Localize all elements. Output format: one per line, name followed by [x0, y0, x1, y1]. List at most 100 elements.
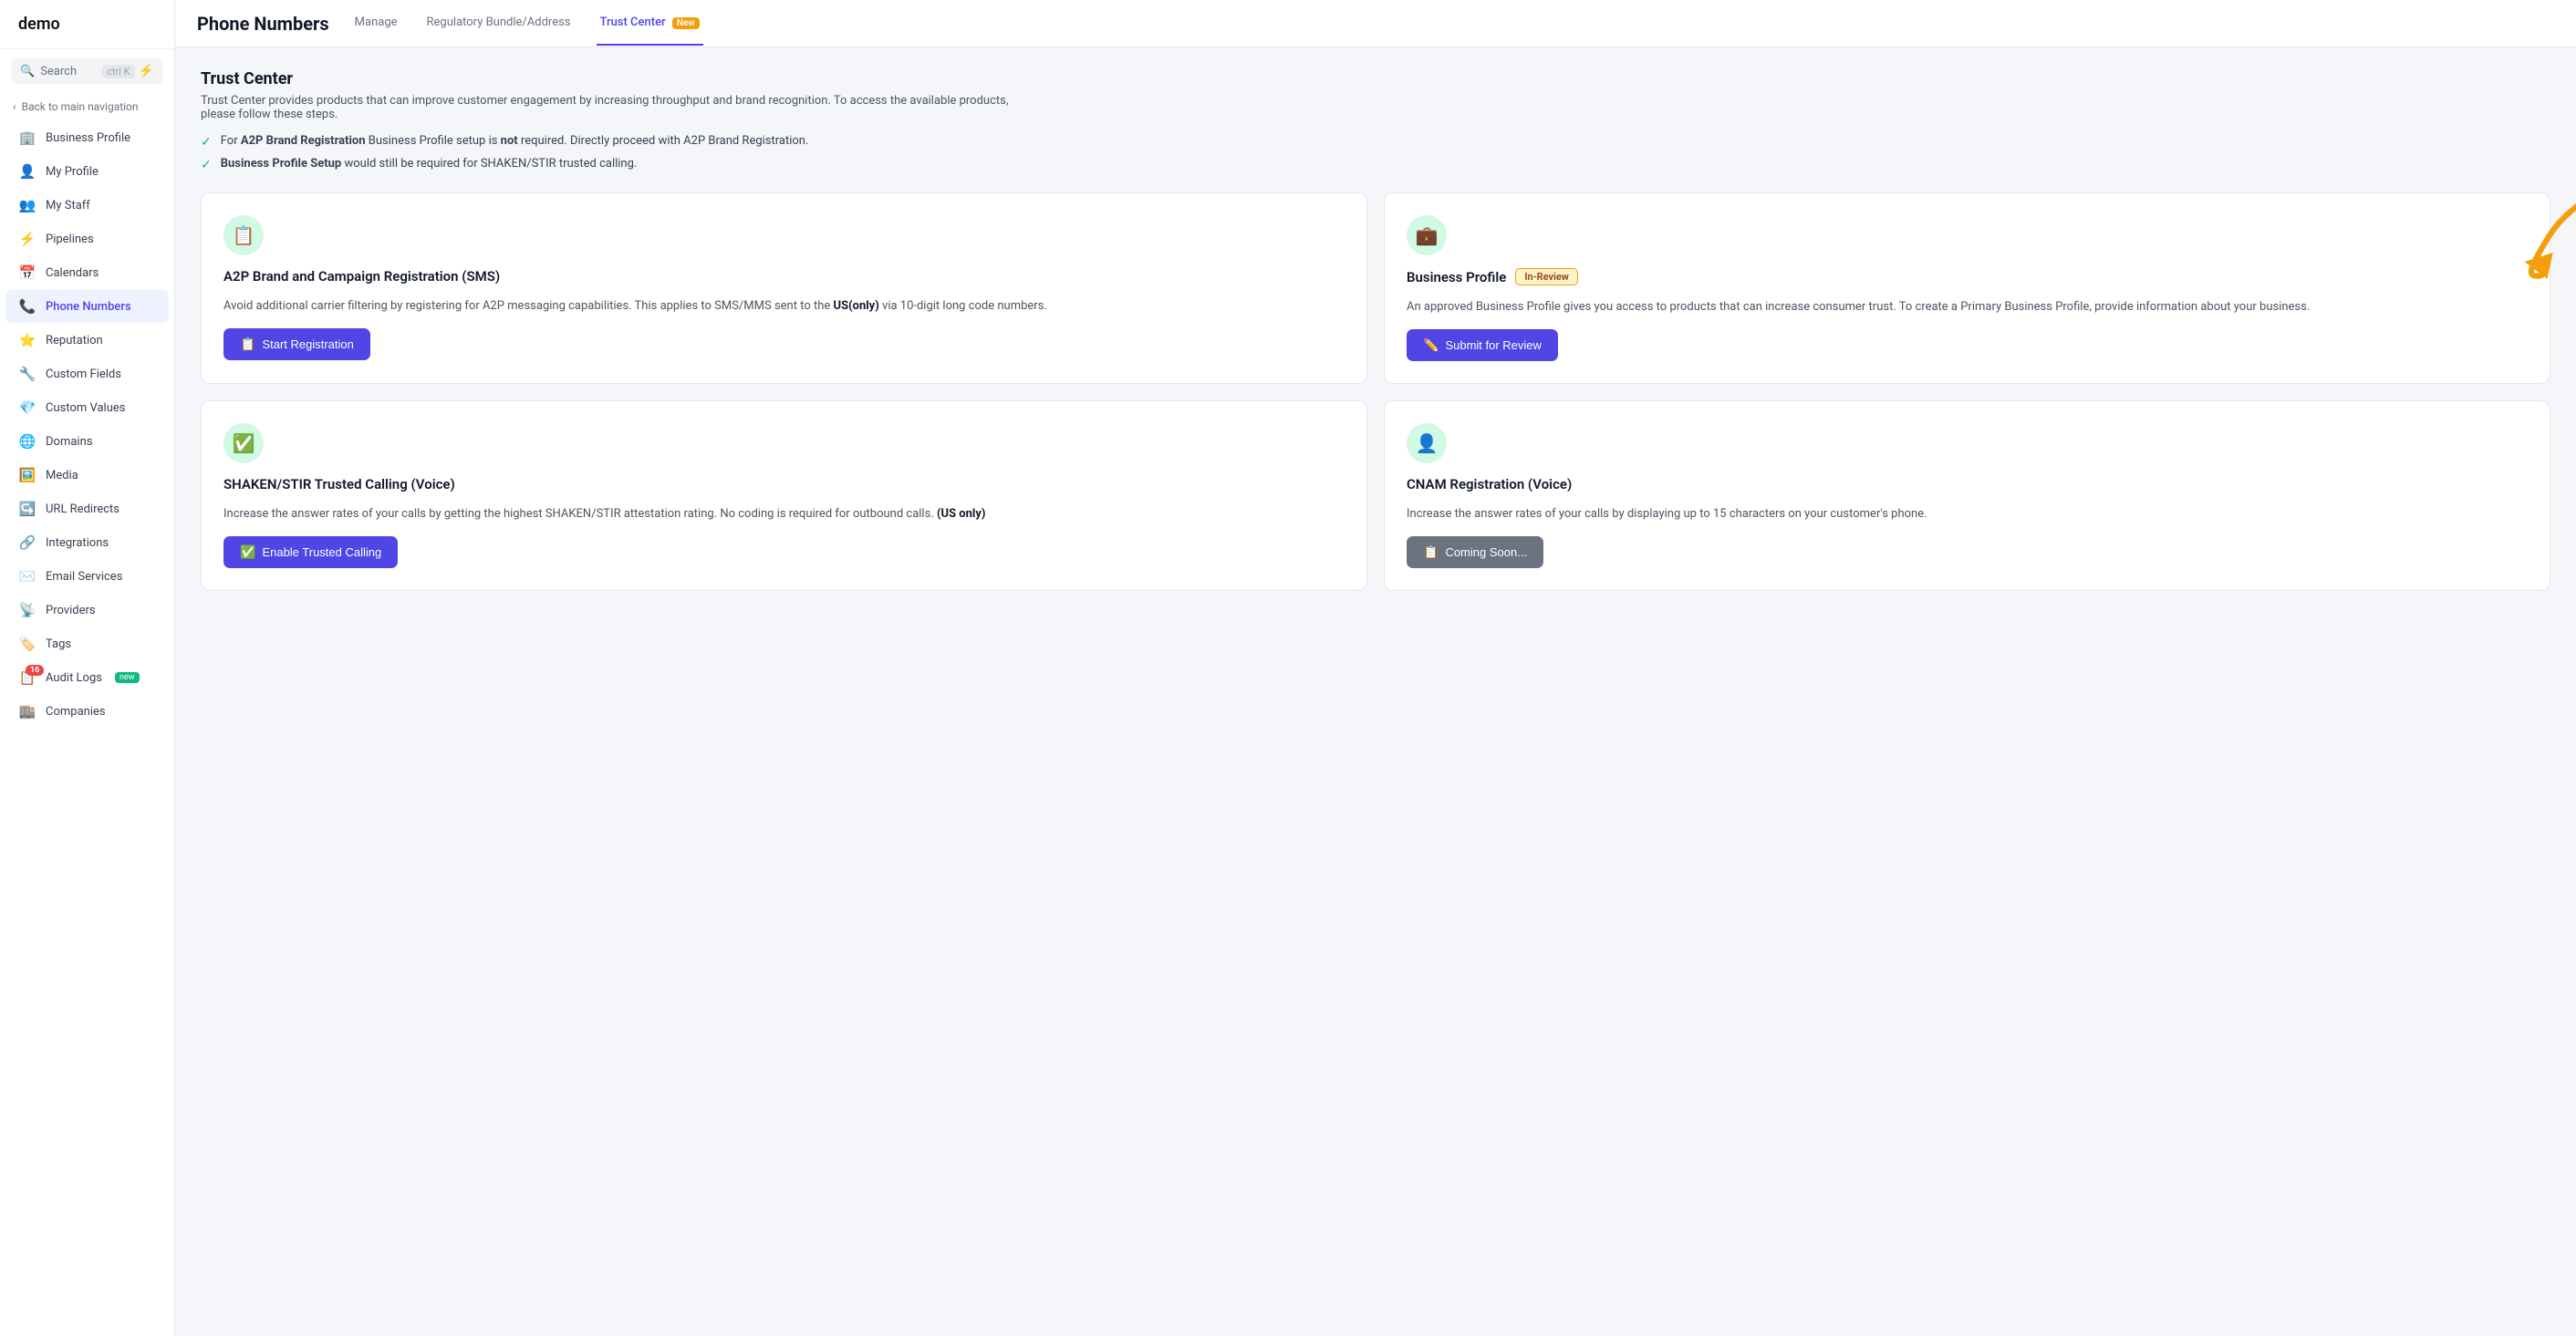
- card-cnam-title: CNAM Registration (Voice): [1407, 476, 2528, 492]
- submit-review-icon: ✏️: [1423, 337, 1439, 353]
- sidebar-item-business-profile[interactable]: 🏢 Business Profile: [5, 121, 169, 154]
- card-bp-title-row: Business Profile In-Review: [1407, 268, 2528, 285]
- reputation-icon: ⭐: [18, 332, 36, 348]
- sidebar-item-label: Providers: [46, 604, 96, 617]
- start-registration-button[interactable]: 📋 Start Registration: [223, 328, 370, 360]
- back-nav-button[interactable]: ‹ Back to main navigation: [0, 93, 174, 120]
- card-cnam-icon: 👤: [1407, 423, 1447, 463]
- content-area: Trust Center Trust Center provides produ…: [175, 47, 2576, 1336]
- check-icon-a2p: ✓: [201, 135, 212, 150]
- sidebar-item-label: Reputation: [46, 334, 103, 347]
- pipelines-icon: ⚡: [18, 231, 36, 247]
- card-cnam: 👤 CNAM Registration (Voice) Increase the…: [1384, 400, 2550, 591]
- audit-logs-new-badge: new: [115, 672, 140, 683]
- card-bp-header: 💼: [1407, 215, 2528, 255]
- submit-for-review-button[interactable]: ✏️ Submit for Review: [1407, 329, 1558, 361]
- url-redirects-icon: ↪️: [18, 501, 36, 517]
- my-staff-icon: 👥: [18, 197, 36, 213]
- search-icon: 🔍: [20, 65, 35, 78]
- start-reg-icon: 📋: [240, 337, 255, 352]
- providers-icon: 📡: [18, 602, 36, 618]
- sidebar-item-label: Companies: [46, 705, 106, 719]
- sidebar-item-audit-logs[interactable]: 📋 16 Audit Logs new: [5, 661, 169, 694]
- trust-center-desc: Trust Center provides products that can …: [201, 94, 1022, 121]
- card-a2p-title: A2P Brand and Campaign Registration (SMS…: [223, 268, 1345, 285]
- custom-fields-icon: 🔧: [18, 366, 36, 382]
- sidebar-item-my-profile[interactable]: 👤 My Profile: [5, 155, 169, 188]
- integrations-icon: 🔗: [18, 534, 36, 551]
- sidebar-item-email-services[interactable]: ✉️ Email Services: [5, 560, 169, 593]
- page-title: Phone Numbers: [197, 13, 329, 35]
- check-icon-bp: ✓: [201, 158, 212, 172]
- sidebar-item-media[interactable]: 🖼️ Media: [5, 459, 169, 492]
- sidebar-item-label: Custom Values: [46, 401, 126, 415]
- coming-soon-button[interactable]: 📋 Coming Soon...: [1407, 536, 1543, 568]
- phone-numbers-icon: 📞: [18, 298, 36, 315]
- card-bp-icon: 💼: [1407, 215, 1447, 255]
- sidebar-item-phone-numbers[interactable]: 📞 Phone Numbers: [5, 290, 169, 323]
- domains-icon: 🌐: [18, 433, 36, 450]
- sidebar-item-label: Business Profile: [46, 131, 130, 145]
- card-cnam-header: 👤: [1407, 423, 2528, 463]
- sidebar-item-label: Pipelines: [46, 233, 94, 246]
- audit-logs-badge: 16: [26, 665, 44, 676]
- start-reg-label: Start Registration: [262, 337, 353, 351]
- my-profile-icon: 👤: [18, 163, 36, 180]
- sidebar-item-label: Tags: [46, 637, 71, 651]
- sidebar-item-custom-fields[interactable]: 🔧 Custom Fields: [5, 357, 169, 390]
- sidebar-item-pipelines[interactable]: ⚡ Pipelines: [5, 223, 169, 255]
- sidebar-item-custom-values[interactable]: 💎 Custom Values: [5, 391, 169, 424]
- enable-trusted-calling-button[interactable]: ✅ Enable Trusted Calling: [223, 536, 398, 568]
- calendars-icon: 📅: [18, 264, 36, 281]
- card-a2p-icon: 📋: [223, 215, 264, 255]
- trust-center-new-badge: New: [672, 17, 700, 29]
- bullet-text-a2p: For A2P Brand Registration Business Prof…: [221, 134, 809, 148]
- sidebar-item-providers[interactable]: 📡 Providers: [5, 594, 169, 627]
- tab-trust-center[interactable]: Trust Center New: [597, 1, 703, 46]
- sidebar-item-label: Calendars: [46, 266, 99, 280]
- sidebar-item-reputation[interactable]: ⭐ Reputation: [5, 324, 169, 357]
- sidebar-item-label: Custom Fields: [46, 368, 121, 381]
- sidebar-item-label: Audit Logs: [46, 671, 102, 685]
- sidebar-item-label: My Staff: [46, 199, 90, 212]
- sidebar-item-label: Integrations: [46, 536, 109, 550]
- companies-icon: 🏬: [18, 703, 36, 720]
- coming-soon-label: Coming Soon...: [1445, 545, 1527, 559]
- sidebar-item-companies[interactable]: 🏬 Companies: [5, 695, 169, 728]
- card-bp-desc: An approved Business Profile gives you a…: [1407, 298, 2528, 316]
- main-area: Phone Numbers Manage Regulatory Bundle/A…: [175, 0, 2576, 1336]
- search-button[interactable]: 🔍 Search ctrl K ⚡: [11, 58, 163, 84]
- sidebar-item-label: Media: [46, 469, 78, 482]
- enable-tc-label: Enable Trusted Calling: [262, 545, 381, 559]
- sidebar-item-calendars[interactable]: 📅 Calendars: [5, 256, 169, 289]
- sidebar: demo 🔍 Search ctrl K ⚡ ‹ Back to main na…: [0, 0, 175, 1336]
- sidebar-nav: 🏢 Business Profile 👤 My Profile 👥 My Sta…: [0, 120, 174, 729]
- sidebar-item-my-staff[interactable]: 👥 My Staff: [5, 189, 169, 222]
- tab-manage[interactable]: Manage: [351, 1, 401, 46]
- card-ss-icon: ✅: [223, 423, 264, 463]
- sidebar-item-tags[interactable]: 🏷️ Tags: [5, 627, 169, 660]
- chevron-left-icon: ‹: [13, 100, 16, 113]
- tags-icon: 🏷️: [18, 636, 36, 652]
- submit-review-label: Submit for Review: [1445, 338, 1541, 352]
- media-icon: 🖼️: [18, 467, 36, 483]
- coming-soon-icon: 📋: [1423, 544, 1439, 560]
- card-bp-title: Business Profile: [1407, 269, 1506, 285]
- email-services-icon: ✉️: [18, 568, 36, 585]
- sidebar-item-label: My Profile: [46, 165, 99, 179]
- tab-regulatory[interactable]: Regulatory Bundle/Address: [423, 1, 575, 46]
- sidebar-item-integrations[interactable]: 🔗 Integrations: [5, 526, 169, 559]
- in-review-badge: In-Review: [1515, 268, 1578, 285]
- bullet-list: ✓ For A2P Brand Registration Business Pr…: [201, 134, 2550, 172]
- card-business-profile: 💼 Business Profile In-Review An approved…: [1384, 192, 2550, 384]
- search-label: Search: [40, 65, 77, 78]
- business-profile-icon: 🏢: [18, 129, 36, 146]
- sidebar-item-url-redirects[interactable]: ↪️ URL Redirects: [5, 492, 169, 525]
- sidebar-item-label: URL Redirects: [46, 502, 119, 516]
- enable-tc-icon: ✅: [240, 544, 255, 560]
- trust-center-title: Trust Center: [201, 69, 2550, 88]
- card-a2p-header: 📋: [223, 215, 1345, 255]
- card-a2p-desc: Avoid additional carrier filtering by re…: [223, 297, 1345, 316]
- back-nav-label: Back to main navigation: [22, 100, 139, 113]
- sidebar-item-domains[interactable]: 🌐 Domains: [5, 425, 169, 458]
